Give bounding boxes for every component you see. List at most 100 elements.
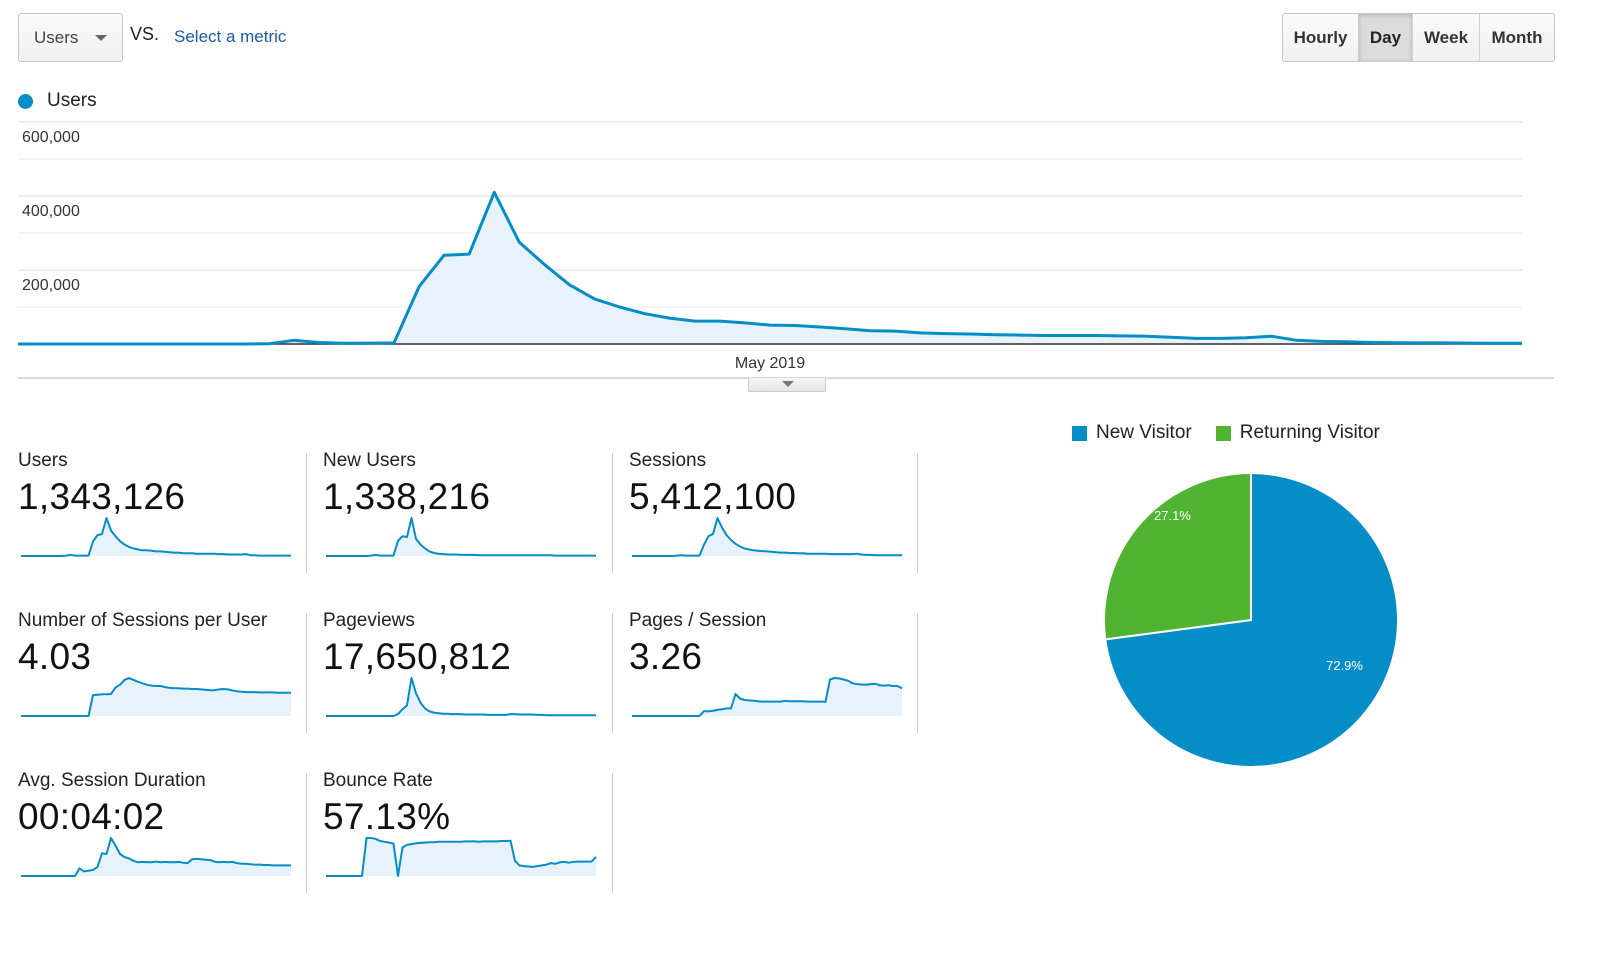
data-point[interactable] bbox=[1090, 329, 1102, 341]
data-point[interactable] bbox=[889, 325, 901, 337]
data-point[interactable] bbox=[1140, 330, 1152, 342]
metric-card-sessions[interactable]: Sessions 5,412,100 bbox=[629, 450, 919, 570]
column-divider bbox=[917, 453, 918, 573]
data-point[interactable] bbox=[488, 186, 500, 198]
metric-value: 57.13% bbox=[323, 796, 451, 837]
data-point[interactable] bbox=[714, 315, 726, 327]
data-point[interactable] bbox=[965, 328, 977, 340]
data-point[interactable] bbox=[864, 325, 876, 337]
data-point[interactable] bbox=[589, 293, 601, 305]
data-point[interactable] bbox=[1115, 330, 1127, 342]
day-button[interactable]: Day bbox=[1358, 14, 1412, 61]
data-point[interactable] bbox=[162, 338, 174, 350]
data-point[interactable] bbox=[1516, 337, 1528, 349]
data-point[interactable] bbox=[639, 308, 651, 320]
metric-select-dropdown[interactable]: Users bbox=[18, 13, 123, 62]
data-point[interactable] bbox=[463, 248, 475, 260]
data-point[interactable] bbox=[990, 329, 1002, 341]
data-point[interactable] bbox=[1491, 337, 1503, 349]
data-point[interactable] bbox=[664, 312, 676, 324]
data-point[interactable] bbox=[614, 301, 626, 313]
column-divider bbox=[917, 613, 918, 733]
data-point[interactable] bbox=[1441, 337, 1453, 349]
data-point[interactable] bbox=[438, 249, 450, 261]
metric-label: New Users bbox=[323, 450, 416, 471]
metric-value: 1,338,216 bbox=[323, 476, 491, 517]
column-divider bbox=[306, 453, 307, 573]
metric-card-pages-per-session[interactable]: Pages / Session 3.26 bbox=[629, 610, 919, 730]
sparkline-area bbox=[326, 678, 596, 716]
data-point[interactable] bbox=[263, 338, 275, 350]
legend-dot-icon bbox=[18, 93, 33, 109]
data-point[interactable] bbox=[87, 338, 99, 350]
data-point[interactable] bbox=[313, 337, 325, 349]
data-point[interactable] bbox=[814, 321, 826, 333]
data-point[interactable] bbox=[513, 236, 525, 248]
data-point[interactable] bbox=[764, 319, 776, 331]
data-point[interactable] bbox=[1466, 337, 1478, 349]
data-point[interactable] bbox=[1391, 337, 1403, 349]
data-point[interactable] bbox=[213, 338, 225, 350]
data-point[interactable] bbox=[1215, 332, 1227, 344]
data-point[interactable] bbox=[1015, 329, 1027, 341]
data-point[interactable] bbox=[37, 338, 49, 350]
data-point[interactable] bbox=[1341, 336, 1353, 348]
data-point[interactable] bbox=[62, 338, 74, 350]
metric-card-sessions-per-user[interactable]: Number of Sessions per User 4.03 bbox=[18, 610, 308, 730]
legend-label: Returning Visitor bbox=[1239, 422, 1380, 443]
sparkline bbox=[21, 837, 291, 877]
data-point[interactable] bbox=[363, 337, 375, 349]
data-point[interactable] bbox=[388, 337, 400, 349]
sparkline-area bbox=[326, 518, 596, 556]
collapse-chart-toggle[interactable] bbox=[748, 378, 826, 392]
data-point[interactable] bbox=[1165, 331, 1177, 343]
data-point[interactable] bbox=[187, 338, 199, 350]
data-point[interactable] bbox=[789, 320, 801, 332]
sparkline-area bbox=[632, 518, 902, 556]
data-point[interactable] bbox=[839, 323, 851, 335]
metric-card-avg-session-duration[interactable]: Avg. Session Duration 00:04:02 bbox=[18, 770, 308, 890]
users-line-chart[interactable]: 600,000 400,000 200,000 May 2019 bbox=[0, 110, 1560, 380]
metric-card-users[interactable]: Users 1,343,126 bbox=[18, 450, 308, 570]
data-point[interactable] bbox=[563, 279, 575, 291]
select-metric-link[interactable]: Select a metric bbox=[174, 27, 286, 47]
data-point[interactable] bbox=[914, 327, 926, 339]
sparkline-area bbox=[21, 678, 291, 716]
data-point[interactable] bbox=[1040, 329, 1052, 341]
data-point[interactable] bbox=[1315, 335, 1327, 347]
data-point[interactable] bbox=[338, 337, 350, 349]
metric-card-new-users[interactable]: New Users 1,338,216 bbox=[323, 450, 613, 570]
sparkline bbox=[326, 677, 596, 717]
legend-item-new-visitor[interactable]: New Visitor bbox=[1072, 422, 1192, 444]
metric-value: 4.03 bbox=[18, 636, 92, 677]
data-point[interactable] bbox=[1265, 330, 1277, 342]
data-point[interactable] bbox=[739, 317, 751, 329]
chart-legend: Users bbox=[18, 90, 97, 112]
data-point[interactable] bbox=[689, 315, 701, 327]
metric-card-bounce-rate[interactable]: Bounce Rate 57.13% bbox=[323, 770, 613, 890]
week-button[interactable]: Week bbox=[1412, 14, 1479, 61]
data-point[interactable] bbox=[413, 281, 425, 293]
visitor-type-pie-chart[interactable]: 72.9% 27.1% bbox=[1100, 470, 1402, 772]
legend-item-returning-visitor[interactable]: Returning Visitor bbox=[1215, 422, 1380, 444]
data-point[interactable] bbox=[1240, 332, 1252, 344]
data-point[interactable] bbox=[1416, 337, 1428, 349]
data-point[interactable] bbox=[1366, 337, 1378, 349]
data-point[interactable] bbox=[12, 338, 24, 350]
granularity-toggle: Hourly Day Week Month bbox=[1282, 13, 1555, 62]
data-point[interactable] bbox=[112, 338, 124, 350]
data-point[interactable] bbox=[137, 338, 149, 350]
data-point[interactable] bbox=[1065, 329, 1077, 341]
data-point[interactable] bbox=[238, 338, 250, 350]
pie-slice-returning-visitor[interactable] bbox=[1103, 471, 1252, 641]
legend-label: New Visitor bbox=[1096, 422, 1192, 443]
hourly-button[interactable]: Hourly bbox=[1283, 14, 1358, 61]
data-point[interactable] bbox=[1190, 332, 1202, 344]
metric-card-pageviews[interactable]: Pageviews 17,650,812 bbox=[323, 610, 613, 730]
data-point[interactable] bbox=[1290, 334, 1302, 346]
data-point[interactable] bbox=[288, 334, 300, 346]
data-point[interactable] bbox=[538, 258, 550, 270]
metric-label: Pages / Session bbox=[629, 610, 767, 631]
month-button[interactable]: Month bbox=[1479, 14, 1554, 61]
data-point[interactable] bbox=[939, 328, 951, 340]
